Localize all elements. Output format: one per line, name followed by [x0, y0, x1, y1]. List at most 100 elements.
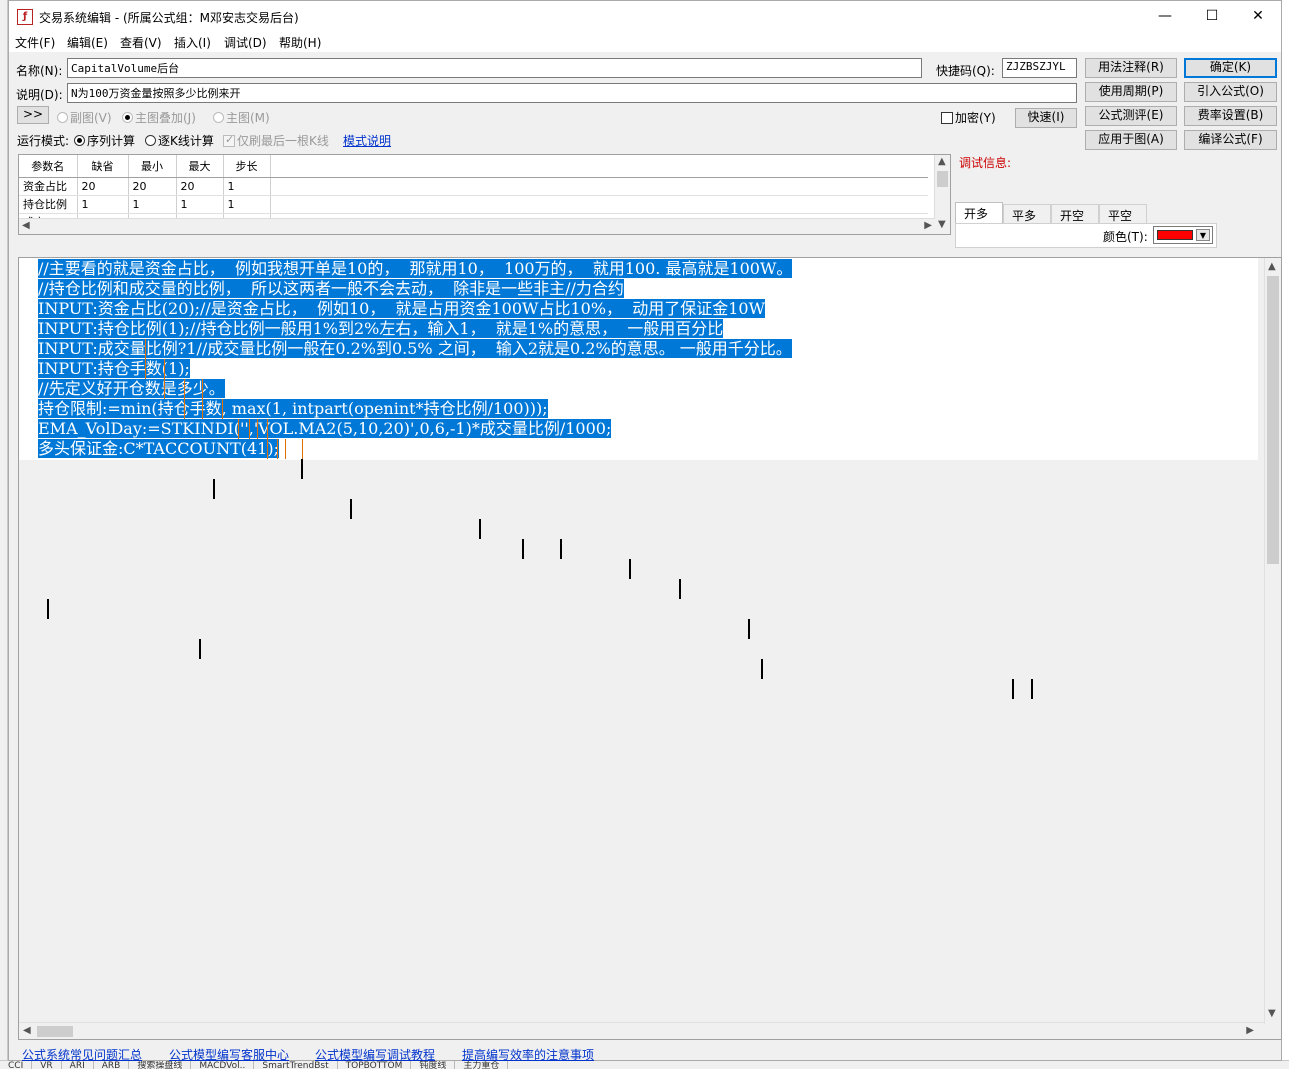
param-max-cell[interactable]: 20 [176, 177, 224, 196]
footer-link-tips[interactable]: 提高编写效率的注意事项 [462, 1046, 594, 1063]
scroll-left-icon[interactable]: ◀ [23, 1025, 31, 1036]
code-line[interactable]: INPUT:成交量比例?1//成交量比例一般在0.2%到0.5% 之间， 输入2… [38, 339, 792, 359]
scroll-thumb[interactable] [37, 1026, 73, 1037]
table-vertical-scrollbar[interactable]: ▲ ▼ [934, 155, 950, 234]
radio-sub-chart[interactable]: 副图(V) [57, 109, 112, 126]
param-name-cell[interactable]: 持仓比例 [19, 195, 78, 214]
formula-doc-icon: ƒ [17, 9, 33, 25]
column-header[interactable]: 最大 [176, 155, 224, 178]
radio-main-overlay[interactable]: 主图叠加(J) [122, 109, 196, 126]
code-line[interactable]: 持仓限制:=min(持仓手数, max(1, intpart(openint*持… [38, 399, 548, 419]
editor-vertical-scrollbar[interactable]: ▲ ▼ [1264, 258, 1281, 1024]
scroll-thumb[interactable] [1267, 276, 1279, 564]
ok-button[interactable]: 确定(K) [1184, 58, 1277, 78]
bracket-marker [164, 359, 165, 379]
editor-horizontal-scrollbar[interactable]: ◀ ▶ [19, 1022, 1264, 1039]
compile-formula-button[interactable]: 编译公式(F) [1184, 130, 1277, 150]
code-editor[interactable]: //主要看的就是资金占比， 例如我想开单是10的， 那就用10， 100万的， … [18, 257, 1282, 1040]
param-default-cell[interactable]: 1 [77, 195, 129, 214]
column-header[interactable]: 参数名 [19, 155, 78, 178]
formula-editor-dialog: ƒ 交易系统编辑 - (所属公式组：M邓安志交易后台) — ☐ ✕ 文件(F) … [8, 0, 1282, 1063]
last-kline-only-checkbox[interactable]: 仅刷最后一根K线 [223, 132, 329, 149]
formula-test-button[interactable]: 公式测评(E) [1085, 106, 1177, 126]
chevron-down-icon[interactable]: ▼ [1196, 229, 1210, 241]
scroll-up-icon[interactable]: ▲ [1268, 261, 1276, 272]
bracket-marker [184, 379, 185, 399]
column-header[interactable]: 缺省 [77, 155, 129, 178]
code-line[interactable]: //先定义好开仓数是多少。 [38, 379, 225, 399]
caret-mark [560, 539, 562, 559]
run-mode-sequence-label: 序列计算 [87, 134, 136, 148]
scroll-right-icon[interactable]: ▶ [1246, 1025, 1254, 1036]
description-label: 说明(D): [16, 88, 63, 102]
radio-sequence-calc[interactable]: 序列计算 [74, 132, 135, 149]
tab-open-long[interactable]: 开多 [955, 202, 1003, 224]
param-min-cell[interactable]: 1 [128, 195, 177, 214]
code-line[interactable]: 多头保证金:C*TACCOUNT(41); [38, 439, 279, 459]
bracket-marker [285, 439, 286, 459]
param-max-cell[interactable]: 1 [176, 195, 224, 214]
expand-button[interactable]: >> [17, 106, 49, 124]
mode-help-link[interactable]: 模式说明 [343, 132, 391, 149]
code-line[interactable]: INPUT:资金占比(20);//是资金占比， 例如10， 就是占用资金100W… [38, 299, 766, 319]
code-line[interactable]: INPUT:持仓比例(1);//持仓比例一般用1%到2%左右，输入1， 就是1%… [38, 319, 724, 339]
table-row[interactable]: 资金占比 20 20 20 1 [19, 177, 928, 196]
maximize-button[interactable]: ☐ [1189, 1, 1235, 31]
caret-mark [47, 599, 49, 619]
title-bar[interactable]: ƒ 交易系统编辑 - (所属公式组：M邓安志交易后台) — ☐ ✕ [9, 1, 1281, 33]
column-header[interactable]: 步长 [223, 155, 271, 178]
menu-view[interactable]: 查看(V) [120, 34, 162, 51]
fee-setting-button[interactable]: 费率设置(B) [1184, 106, 1277, 126]
use-period-button[interactable]: 使用周期(P) [1085, 82, 1177, 102]
description-field[interactable]: N为100万资金量按照多少比例来开 [67, 83, 1077, 103]
code-line[interactable]: EMA_VolDay:=STKINDI('','VOL.MA2(5,10,20)… [38, 419, 612, 439]
scroll-left-icon[interactable]: ◀ [22, 220, 30, 231]
tab-open-short[interactable]: 开空 [1051, 204, 1099, 224]
close-button[interactable]: ✕ [1235, 1, 1281, 31]
bracket-marker [222, 399, 223, 419]
bracket-marker [202, 399, 203, 419]
code-line[interactable]: INPUT:持仓手数(1); [38, 359, 190, 379]
caret-mark [629, 559, 631, 579]
param-name-cell[interactable]: 资金占比 [19, 177, 78, 196]
table-horizontal-scrollbar[interactable]: ◀ ▶ [19, 218, 935, 234]
menu-debug[interactable]: 调试(D) [224, 34, 267, 51]
shortcut-field[interactable]: ZJZBSZJYL [1002, 58, 1077, 78]
tab-close-long[interactable]: 平多 [1003, 204, 1051, 224]
column-header[interactable]: 最小 [128, 155, 177, 178]
scroll-right-icon[interactable]: ▶ [924, 220, 932, 231]
tab-close-short[interactable]: 平空 [1099, 204, 1147, 224]
caret-mark [213, 479, 215, 499]
radio-per-kline-calc[interactable]: 逐K线计算 [145, 132, 214, 149]
radio-main-chart[interactable]: 主图(M) [213, 109, 270, 126]
encrypt-checkbox[interactable]: 加密(Y) [941, 109, 996, 126]
table-row[interactable]: 持仓比例 1 1 1 1 [19, 195, 928, 214]
menu-edit[interactable]: 编辑(E) [67, 34, 108, 51]
import-formula-button[interactable]: 引入公式(O) [1184, 82, 1277, 102]
radio-main-overlay-label: 主图叠加(J) [135, 111, 196, 125]
code-line[interactable]: //主要看的就是资金占比， 例如我想开单是10的， 那就用10， 100万的， … [38, 259, 793, 279]
name-field[interactable]: CapitalVolume后台 [67, 58, 922, 78]
param-step-cell[interactable]: 1 [223, 177, 271, 196]
footer-link-service[interactable]: 公式模型编写客服中心 [169, 1046, 289, 1063]
code-line[interactable]: //持仓比例和成交量的比例， 所以这两者一般不会去动， 除非是一些非主//力合约 [38, 279, 624, 299]
parameter-table[interactable]: 参数名 缺省 最小 最大 步长 资金占比 20 20 20 1 持仓比例 1 1… [18, 154, 951, 235]
usage-note-button[interactable]: 用法注释(R) [1085, 58, 1177, 78]
footer-link-faq[interactable]: 公式系统常见问题汇总 [22, 1046, 142, 1063]
apply-to-chart-button[interactable]: 应用于图(A) [1085, 130, 1177, 150]
scroll-up-icon[interactable]: ▲ [938, 156, 946, 167]
scroll-down-icon[interactable]: ▼ [1268, 1008, 1276, 1019]
param-min-cell[interactable]: 20 [128, 177, 177, 196]
footer-link-tutorial[interactable]: 公式模型编写调试教程 [315, 1046, 435, 1063]
minimize-button[interactable]: — [1142, 1, 1188, 31]
scroll-down-icon[interactable]: ▼ [938, 219, 946, 230]
checkbox-icon [941, 112, 953, 124]
menu-insert[interactable]: 插入(I) [174, 34, 211, 51]
menu-file[interactable]: 文件(F) [15, 34, 55, 51]
scroll-thumb[interactable] [937, 171, 948, 187]
fast-button[interactable]: 快速(I) [1015, 108, 1077, 128]
param-default-cell[interactable]: 20 [77, 177, 129, 196]
menu-help[interactable]: 帮助(H) [279, 34, 321, 51]
param-step-cell[interactable]: 1 [223, 195, 271, 214]
color-select[interactable]: ▼ [1153, 226, 1213, 244]
